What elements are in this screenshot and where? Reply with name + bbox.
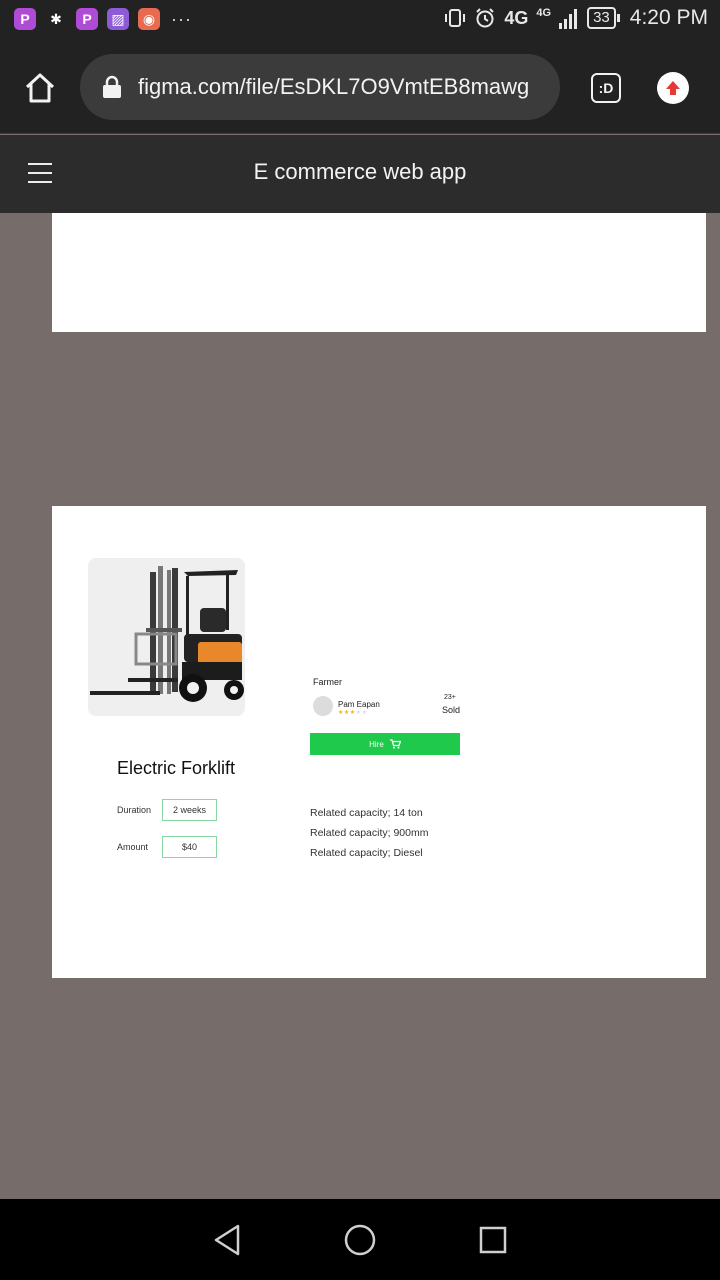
notification-icons: P ✱ P ▨ ◉ ··· <box>14 8 192 30</box>
figma-header: E commerce web app <box>0 135 720 213</box>
network-type-small: 4G <box>536 7 552 19</box>
back-icon[interactable] <box>212 1223 242 1257</box>
tab-switcher-button[interactable]: :D <box>591 73 621 103</box>
spec-line: Related capacity; 900mm <box>310 827 429 839</box>
amount-field[interactable]: $40 <box>162 836 217 858</box>
address-bar[interactable]: figma.com/file/EsDKL7O9VmtEB8mawg <box>80 54 560 120</box>
home-icon[interactable] <box>22 70 58 106</box>
star-icon: ★ <box>361 710 368 716</box>
url-text: figma.com/file/EsDKL7O9VmtEB8mawg <box>138 74 530 99</box>
recent-apps-icon[interactable] <box>479 1226 507 1254</box>
duration-field[interactable]: 2 weeks <box>162 799 217 821</box>
status-bar: P ✱ P ▨ ◉ ··· 4G 4G 33 4:20 PM <box>0 0 720 40</box>
file-title: E commerce web app <box>253 159 467 184</box>
battery-level: 33 <box>587 7 620 29</box>
design-frame-top <box>52 213 706 332</box>
home-circle-icon[interactable] <box>343 1223 377 1257</box>
sold-label: Sold <box>442 705 461 715</box>
signal-icon <box>559 9 578 29</box>
clock: 4:20 PM <box>629 6 708 29</box>
update-button[interactable] <box>657 72 689 104</box>
hire-label: Hire <box>369 739 384 749</box>
arrow-up-icon <box>666 81 680 95</box>
alarm-icon <box>476 8 495 28</box>
puzzle-app-icon: ✱ <box>45 8 67 30</box>
avatar <box>313 696 333 716</box>
rating-stars: ★★★★★ <box>338 709 367 716</box>
system-navigation-bar <box>0 1199 720 1280</box>
product-name: Electric Forklift <box>117 758 236 778</box>
seller-name: Pam Eapan <box>338 700 380 709</box>
picsart-icon: P <box>14 8 36 30</box>
picsart-icon: P <box>76 8 98 30</box>
more-notifications-icon: ··· <box>171 8 192 29</box>
browser-toolbar: figma.com/file/EsDKL7O9VmtEB8mawg :D <box>0 40 720 134</box>
hire-button[interactable]: Hire <box>310 733 460 755</box>
vibrate-icon <box>445 9 466 27</box>
forklift-illustration <box>90 566 244 702</box>
cart-icon <box>389 739 401 749</box>
forklift-image <box>88 558 245 716</box>
system-status: 4G 4G 33 4:20 PM <box>444 6 708 30</box>
design-frame-product: Electric Forklift Duration 2 weeks Amoun… <box>52 506 706 978</box>
duration-label: Duration <box>117 805 152 815</box>
gallery-app-icon: ▨ <box>107 8 129 30</box>
sold-count: 23+ <box>444 694 456 701</box>
network-type: 4G <box>504 7 529 28</box>
lock-icon <box>103 75 121 98</box>
photo-app-icon: ◉ <box>138 8 160 30</box>
spec-line: Related capacity; Diesel <box>310 847 423 859</box>
seller-role: Farmer <box>313 677 342 687</box>
amount-label: Amount <box>117 842 149 852</box>
spec-line: Related capacity; 14 ton <box>310 807 423 819</box>
